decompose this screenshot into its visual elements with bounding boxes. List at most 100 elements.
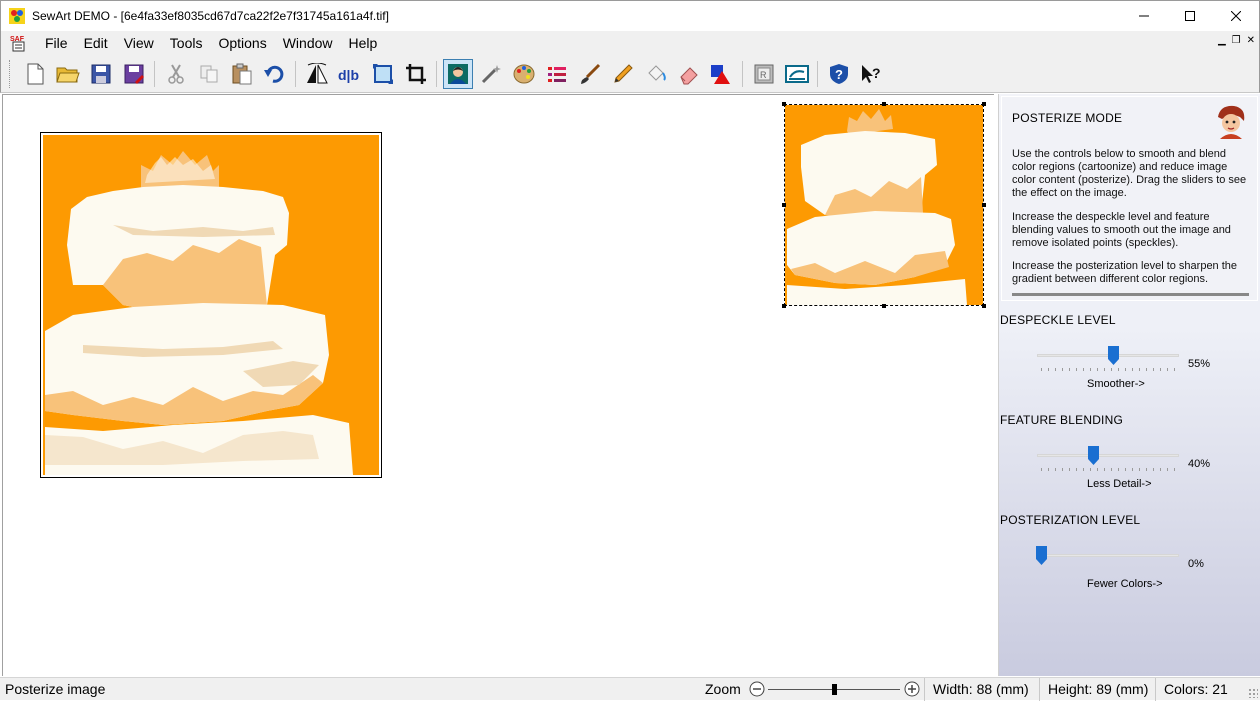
menu-tools[interactable]: Tools [162,31,211,55]
divider [1012,293,1249,296]
minimize-button[interactable] [1121,1,1167,31]
despeckle-caption: Smoother-> [1087,378,1145,390]
posterization-slider[interactable] [1035,546,1185,576]
posterize-icon[interactable] [442,58,473,89]
despeckle-label: DESPECKLE LEVEL [1000,313,1116,327]
posterization-caption: Fewer Colors-> [1087,578,1163,590]
help-icon[interactable]: ? [824,59,854,89]
info-paragraph: Increase the posterization level to shar… [1012,260,1238,285]
crop-icon[interactable] [401,59,431,89]
svg-text:?: ? [835,67,843,82]
status-message: Posterize image [5,681,106,697]
despeckle-value: 55% [1188,358,1211,370]
resize-grip-icon[interactable] [1248,688,1258,698]
toolbar-separator [154,60,155,87]
stitch-icon[interactable]: R [749,59,779,89]
info-box: POSTERIZE MODE Use the controls below to… [1001,96,1258,301]
undo-icon[interactable] [260,59,290,89]
mdi-minimize-icon[interactable]: ▁ [1218,35,1226,46]
zoom-out-icon[interactable] [749,681,765,700]
close-button[interactable] [1213,1,1259,31]
new-icon[interactable] [20,59,50,89]
slider-track [1037,554,1179,557]
brush-icon[interactable] [575,59,605,89]
feature-blending-slider[interactable] [1035,446,1185,476]
image-height: Height: 89 (mm) [1039,678,1148,701]
menu-edit[interactable]: Edit [76,31,116,55]
save-as-icon[interactable] [119,59,149,89]
menu-window[interactable]: Window [275,31,341,55]
selection-handle[interactable] [982,304,986,308]
zoom-in-icon[interactable] [904,681,920,700]
resize-icon[interactable] [368,59,398,89]
palette-icon[interactable] [509,59,539,89]
eraser-icon[interactable] [674,59,704,89]
mirror-icon[interactable]: d|b [335,59,365,89]
selection-handle[interactable] [782,304,786,308]
mdi-restore-icon[interactable]: ❐ [1232,35,1241,46]
info-paragraph: Increase the despeckle level and feature… [1012,211,1231,249]
color-count: Colors: 21 [1155,678,1228,701]
selection-handle[interactable] [782,102,786,106]
status-bar: Posterize image Zoom Width: 88 (mm) Heig… [0,677,1260,701]
toolbar-separator [817,60,818,87]
menu-file[interactable]: File [37,31,76,55]
magic-wand-icon[interactable] [476,59,506,89]
zoom-slider[interactable] [768,684,900,695]
maximize-button[interactable] [1167,1,1213,31]
panel-title: POSTERIZE MODE [1012,111,1123,125]
posterization-label: POSTERIZATION LEVEL [1000,513,1141,527]
fill-icon[interactable] [641,59,671,89]
cake-preview [785,105,983,305]
preview-image[interactable] [782,102,986,308]
app-icon[interactable] [9,8,25,24]
mascot-icon [1212,103,1248,139]
color-list-icon[interactable] [542,59,572,89]
slider-thumb[interactable] [1088,446,1099,465]
mdi-close-icon[interactable]: ✕ [1247,35,1255,46]
open-icon[interactable] [53,59,83,89]
image-width: Width: 88 (mm) [924,678,1029,701]
slider-thumb[interactable] [1108,346,1119,365]
slider-ticks [1041,368,1175,371]
menu-options[interactable]: Options [210,31,274,55]
feature-blending-label: FEATURE BLENDING [1000,413,1123,427]
feature-blending-caption: Less Detail-> [1087,478,1152,490]
slider-thumb[interactable] [1036,546,1047,565]
svg-text:R: R [760,70,767,80]
posterize-panel: POSTERIZE MODE Use the controls below to… [998,94,1260,676]
window-title: SewArt DEMO - [6e4fa33ef8035cd67d7ca22f2… [32,9,389,23]
selection-handle[interactable] [882,304,886,308]
selection-handle[interactable] [982,203,986,207]
save-icon[interactable] [86,59,116,89]
flip-icon[interactable] [302,59,332,89]
info-paragraph: Use the controls below to smooth and ble… [1012,148,1247,199]
zoom-label: Zoom [705,681,741,697]
zoom-thumb[interactable] [832,684,837,695]
pencil-icon[interactable] [608,59,638,89]
selection-handle[interactable] [882,102,886,106]
slider-track [1037,454,1179,457]
toolbar-grip[interactable] [9,59,12,88]
selection-handle[interactable] [782,203,786,207]
selection-handle[interactable] [982,102,986,106]
document-icon[interactable]: SAF [9,33,31,53]
export-icon[interactable] [782,59,812,89]
menu-bar: SAF File Edit View Tools Options Window … [0,31,1260,55]
paste-icon[interactable] [227,59,257,89]
toolbar: d|b R ? ? [0,55,1260,93]
toolbar-separator [436,60,437,87]
menu-view[interactable]: View [116,31,162,55]
toolbar-separator [742,60,743,87]
cut-icon[interactable] [161,59,191,89]
posterization-value: 0% [1188,558,1204,570]
cake-image [43,135,379,475]
svg-text:d|b: d|b [338,67,359,83]
despeckle-slider[interactable] [1035,346,1185,376]
shapes-icon[interactable] [707,59,737,89]
main-image[interactable] [40,132,382,478]
whats-this-icon[interactable]: ? [857,59,887,89]
copy-icon[interactable] [194,59,224,89]
feature-blending-value: 40% [1188,458,1211,470]
menu-help[interactable]: Help [341,31,386,55]
